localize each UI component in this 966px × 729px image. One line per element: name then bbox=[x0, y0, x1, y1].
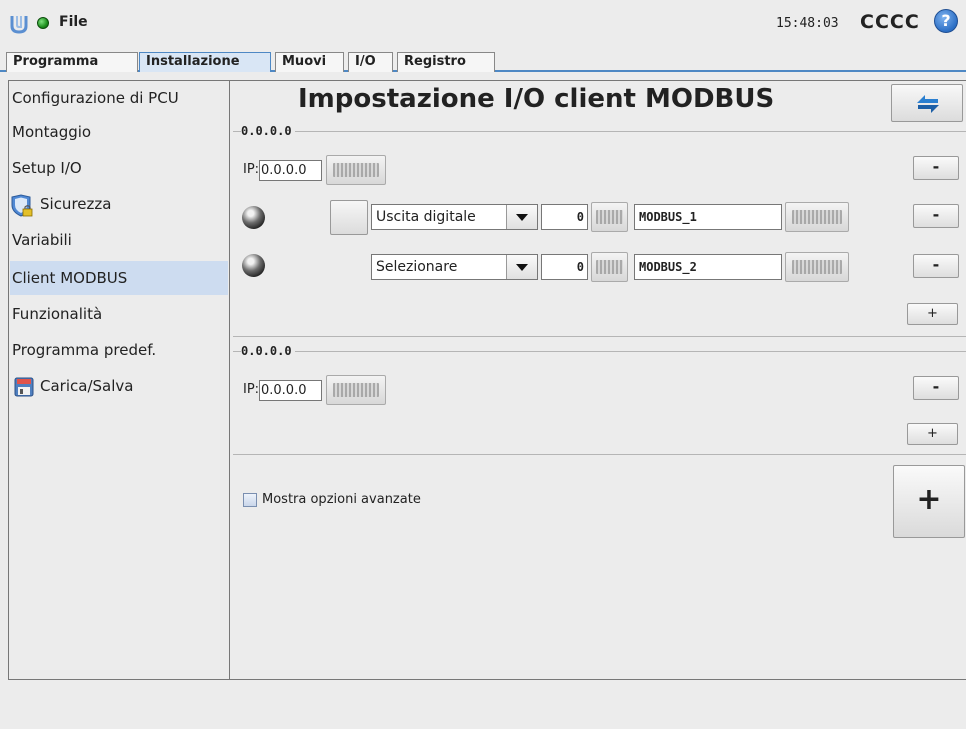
advanced-options-checkbox[interactable] bbox=[243, 493, 257, 507]
tab-label: I/O bbox=[355, 54, 376, 69]
remove-signal-button[interactable]: - bbox=[913, 254, 959, 278]
sidebar-item-funzionalita[interactable]: Funzionalità bbox=[10, 297, 228, 331]
add-signal-button[interactable]: + bbox=[907, 303, 958, 325]
add-unit-button[interactable]: + bbox=[893, 465, 965, 538]
unit-title: 0.0.0.0 bbox=[241, 124, 295, 138]
ur-logo-icon bbox=[10, 16, 28, 34]
tab-label: Muovi bbox=[282, 54, 327, 69]
page-title: Impostazione I/O client MODBUS bbox=[298, 84, 775, 114]
tab-registro[interactable]: Registro bbox=[397, 52, 495, 72]
sidebar-item-label: Variabili bbox=[12, 231, 72, 249]
keyboard-icon bbox=[792, 210, 842, 224]
file-menu[interactable]: File bbox=[59, 14, 88, 30]
tab-label: Registro bbox=[404, 54, 466, 69]
tab-muovi[interactable]: Muovi bbox=[275, 52, 344, 72]
floppy-disk-icon bbox=[14, 377, 34, 397]
sidebar-item-label: Funzionalità bbox=[12, 305, 103, 323]
sidebar-item-setup-io[interactable]: Setup I/O bbox=[10, 151, 228, 185]
chevron-down-icon[interactable] bbox=[506, 255, 537, 279]
shield-lock-icon bbox=[11, 194, 33, 217]
numpad-icon bbox=[596, 260, 623, 274]
sidebar-item-configurazione-pcu[interactable]: Configurazione di PCU bbox=[10, 81, 228, 115]
help-icon[interactable]: ? bbox=[934, 9, 958, 33]
clock: 15:48:03 bbox=[776, 16, 839, 31]
sidebar-item-label: Client MODBUS bbox=[12, 269, 128, 287]
tab-installazione[interactable]: Installazione bbox=[139, 52, 271, 72]
sidebar-item-label: Carica/Salva bbox=[40, 377, 134, 395]
sidebar-item-label: Configurazione di PCU bbox=[12, 89, 179, 107]
ip-label: IP: bbox=[243, 382, 260, 397]
remove-signal-button[interactable]: - bbox=[913, 204, 959, 228]
signal-toggle-button[interactable] bbox=[330, 200, 368, 235]
tab-io[interactable]: I/O bbox=[348, 52, 393, 72]
sidebar-item-label: Setup I/O bbox=[12, 159, 82, 177]
signal-type-select[interactable]: Uscita digitale bbox=[371, 204, 538, 230]
numpad-button[interactable] bbox=[591, 202, 628, 232]
keyboard-button[interactable] bbox=[326, 375, 386, 405]
tab-label: Programma bbox=[13, 54, 99, 69]
ip-field[interactable]: 0.0.0.0 bbox=[259, 380, 322, 401]
keyboard-button[interactable] bbox=[785, 252, 849, 282]
chevron-down-icon[interactable] bbox=[506, 205, 537, 229]
numpad-icon bbox=[596, 210, 623, 224]
sidebar-item-variabili[interactable]: Variabili bbox=[10, 223, 228, 257]
unit-title: 0.0.0.0 bbox=[241, 344, 295, 358]
keyboard-icon bbox=[333, 383, 379, 397]
signal-name-field[interactable]: MODBUS_1 bbox=[634, 204, 782, 230]
status-led-icon[interactable] bbox=[37, 17, 49, 29]
sidebar-item-client-modbus[interactable]: Client MODBUS bbox=[10, 261, 228, 295]
refresh-button[interactable] bbox=[891, 84, 963, 122]
remove-unit-button[interactable]: - bbox=[913, 376, 959, 400]
tab-label: Installazione bbox=[146, 54, 240, 69]
keyboard-button[interactable] bbox=[785, 202, 849, 232]
sidebar-item-label: Montaggio bbox=[12, 123, 92, 141]
keyboard-button[interactable] bbox=[326, 155, 386, 185]
ip-label: IP: bbox=[243, 162, 260, 177]
sidebar-item-carica-salva[interactable]: Carica/Salva bbox=[10, 369, 228, 403]
robot-name: CCCC bbox=[860, 11, 920, 33]
sidebar-item-programma-predef[interactable]: Programma predef. bbox=[10, 333, 228, 367]
remove-unit-button[interactable]: - bbox=[913, 156, 959, 180]
refresh-arrows-icon bbox=[917, 95, 939, 113]
numpad-button[interactable] bbox=[591, 252, 628, 282]
signal-led-icon bbox=[242, 206, 265, 229]
footer-bar bbox=[0, 684, 966, 729]
signal-name-field[interactable]: MODBUS_2 bbox=[634, 254, 782, 280]
signal-type-value: Uscita digitale bbox=[376, 209, 476, 225]
keyboard-icon bbox=[792, 260, 842, 274]
sidebar-item-montaggio[interactable]: Montaggio bbox=[10, 115, 228, 149]
signal-type-value: Selezionare bbox=[376, 259, 458, 275]
signal-address-field[interactable]: 0 bbox=[541, 254, 588, 280]
tab-programma[interactable]: Programma bbox=[6, 52, 138, 72]
sidebar-item-label: Sicurezza bbox=[40, 195, 112, 213]
sidebar-item-sicurezza[interactable]: Sicurezza bbox=[10, 187, 228, 221]
signal-type-select[interactable]: Selezionare bbox=[371, 254, 538, 280]
signal-led-icon bbox=[242, 254, 265, 277]
add-signal-button[interactable]: + bbox=[907, 423, 958, 445]
ip-field[interactable]: 0.0.0.0 bbox=[259, 160, 322, 181]
advanced-options-label[interactable]: Mostra opzioni avanzate bbox=[262, 492, 421, 507]
sidebar-item-label: Programma predef. bbox=[12, 341, 157, 359]
keyboard-icon bbox=[333, 163, 379, 177]
signal-address-field[interactable]: 0 bbox=[541, 204, 588, 230]
